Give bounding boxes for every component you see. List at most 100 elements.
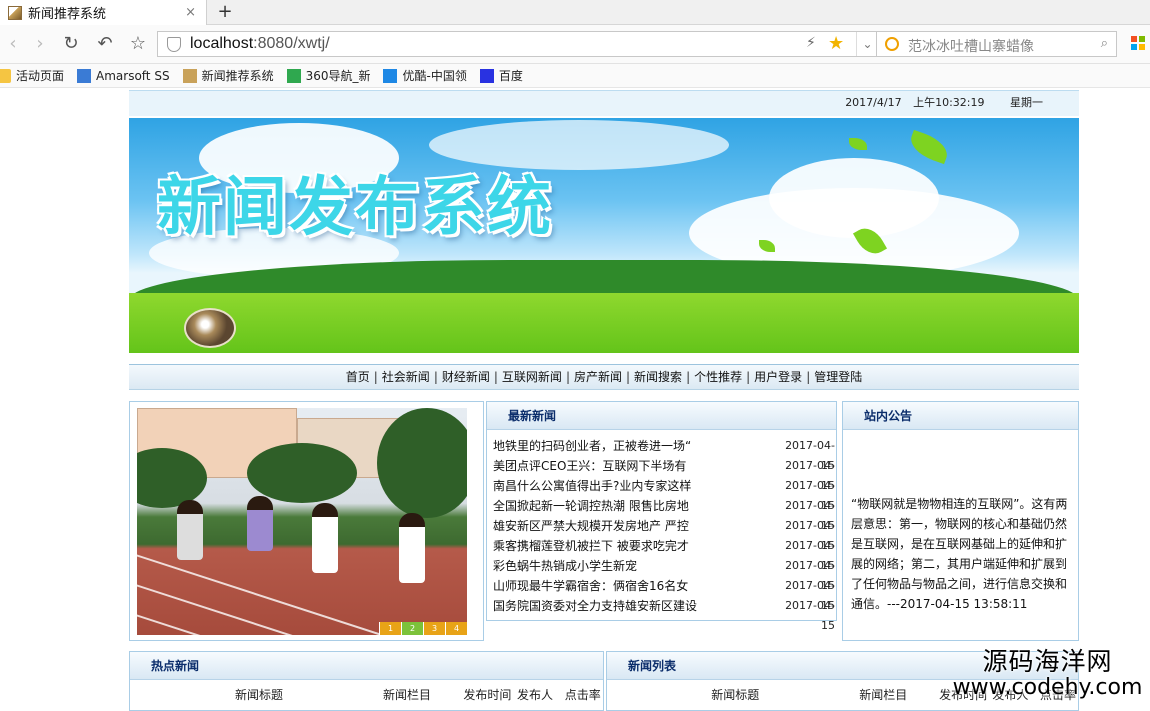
current-date: 2017/4/17 bbox=[845, 96, 902, 109]
column-header: 新闻栏目 bbox=[383, 688, 432, 702]
main-menu: 首页 | 社会新闻 | 财经新闻 | 互联网新闻 | 房产新闻 | 新闻搜索 | 个性推荐 | 用户登录 | 管… bbox=[129, 364, 1079, 390]
notice-text: “物联网就是物物相连的互联网”。这有两层意思：第一，物联网的核心和基础仍然是互联… bbox=[851, 497, 1068, 611]
bookmark-label: 活动页面 bbox=[16, 69, 65, 83]
news-title-link[interactable]: 地铁里的扫码创业者，正被卷进一场“ bbox=[493, 436, 773, 456]
security-shield-icon bbox=[167, 37, 181, 52]
menu-separator: | bbox=[565, 370, 570, 384]
column-header: 发布时间 bbox=[463, 688, 512, 702]
news-date: 2017-04-15 bbox=[785, 519, 835, 552]
tab-active[interactable]: 新闻推荐系统 × bbox=[0, 0, 207, 25]
latest-news-row: 全国掀起新一轮调控热潮 限售比房地 2017-04-15 bbox=[493, 496, 836, 532]
menu-item[interactable]: 财经新闻 bbox=[442, 370, 490, 384]
latest-news-panel: 最新新闻 地铁里的扫码创业者，正被卷进一场“ 2017-04-15 美团点评CEO王… bbox=[486, 401, 837, 632]
news-title-link[interactable]: 国务院国资委对全力支持雄安新区建设 bbox=[493, 596, 773, 616]
forward-icon[interactable]: › bbox=[29, 33, 51, 55]
news-title-link[interactable]: 全国掀起新一轮调控热潮 限售比房地 bbox=[493, 496, 773, 516]
search-input[interactable]: 范冰冰吐槽山寨蜡像 bbox=[908, 36, 1034, 56]
undo-close-icon[interactable]: ↶ bbox=[94, 33, 116, 55]
slideshow-page-button[interactable]: 4 bbox=[445, 622, 467, 635]
latest-news-row: 国务院国资委对全力支持雄安新区建设 2017-04-15 bbox=[493, 596, 836, 632]
menu-item[interactable]: 新闻搜索 bbox=[634, 370, 682, 384]
bookmark-label: 新闻推荐系统 bbox=[201, 69, 274, 83]
favorite-star-icon[interactable]: ★ bbox=[828, 33, 844, 54]
back-icon[interactable]: ‹ bbox=[2, 33, 24, 55]
latest-news-row: 山师现最牛学霸宿舍：俩宿舍16名女 2017-04-15 bbox=[493, 576, 836, 612]
current-time: 上午10:32:19 bbox=[913, 96, 985, 109]
menu-item[interactable]: 互联网新闻 bbox=[502, 370, 562, 384]
slideshow-page-button[interactable]: 3 bbox=[423, 622, 445, 635]
notice-heading: 站内公告 bbox=[843, 402, 1078, 430]
slideshow-page-button[interactable]: 1 bbox=[379, 622, 401, 635]
menu-item[interactable]: 房产新闻 bbox=[574, 370, 622, 384]
reload-icon[interactable]: ↻ bbox=[60, 33, 82, 55]
tab-strip: 新闻推荐系统 × + bbox=[0, 0, 1150, 25]
search-box[interactable]: 范冰冰吐槽山寨蜡像 ⌕ bbox=[877, 31, 1117, 57]
menu-separator: | bbox=[373, 370, 378, 384]
bookmark-item[interactable]: 新闻推荐系统 bbox=[182, 67, 274, 84]
360-icon bbox=[286, 68, 301, 83]
news-title-link[interactable]: 美团点评CEO王兴：互联网下半场有 bbox=[493, 456, 773, 476]
apps-grid-icon[interactable] bbox=[1131, 36, 1145, 50]
bookmark-item[interactable]: 优酷-中国领 bbox=[383, 67, 467, 84]
site-favicon-icon bbox=[8, 5, 22, 20]
column-header: 新闻栏目 bbox=[859, 688, 908, 702]
tab-title: 新闻推荐系统 bbox=[28, 7, 107, 22]
browser-toolbar: ‹ › ↻ ↶ ☆ localhost:8080/xwtj/ ⚡ ★ ⌄ 范冰冰… bbox=[0, 25, 1150, 64]
latest-news-list: 地铁里的扫码创业者，正被卷进一场“ 2017-04-15 美团点评CEO王兴：互联网… bbox=[487, 430, 836, 632]
menu-item[interactable]: 用户登录 bbox=[754, 370, 802, 384]
news-title-link[interactable]: 雄安新区严禁大规模开发房地产 严控 bbox=[493, 516, 773, 536]
folder-icon bbox=[0, 68, 11, 83]
slideshow-page-button[interactable]: 2 bbox=[401, 622, 423, 635]
hot-news-columns: 新闻标题 新闻栏目 发布时间 发布人 点击率 bbox=[130, 680, 603, 703]
youku-icon bbox=[383, 68, 398, 83]
column-header: 新闻标题 bbox=[711, 688, 760, 702]
news-date: 2017-04-15 bbox=[785, 459, 835, 492]
menu-separator: | bbox=[626, 370, 631, 384]
bookmark-item[interactable]: 360导航_新 bbox=[286, 67, 370, 84]
speed-mode-icon[interactable]: ⚡ bbox=[806, 35, 816, 51]
latest-news-row: 乘客携榴莲登机被拦下 被要求吃完才 2017-04-15 bbox=[493, 536, 836, 572]
chevron-down-icon[interactable]: ⌄ bbox=[856, 32, 878, 56]
bookmark-item[interactable]: 活动页面 bbox=[0, 67, 64, 84]
bookmark-item[interactable]: Amarsoft SS bbox=[77, 68, 170, 83]
hot-news-heading: 热点新闻 bbox=[130, 652, 603, 680]
slideshow-image[interactable]: 1234 bbox=[137, 408, 467, 635]
watermark: 源码海洋网 www.codehy.com bbox=[945, 648, 1150, 700]
search-icon[interactable]: ⌕ bbox=[1101, 36, 1108, 51]
news-date: 2017-04-15 bbox=[785, 599, 835, 632]
banner-title: 新闻发布系统 bbox=[157, 171, 553, 245]
news-title-link[interactable]: 彩色蜗牛热销成小学生新宠 bbox=[493, 556, 773, 576]
menu-separator: | bbox=[433, 370, 438, 384]
bookmarks-bar: 活动页面 Amarsoft SS 新闻推荐系统 360导航_新 优酷-中国领 百度 bbox=[0, 64, 1150, 88]
menu-separator: | bbox=[686, 370, 691, 384]
menu-item[interactable]: 管理登陆 bbox=[814, 370, 862, 384]
bookmark-label: 百度 bbox=[498, 69, 523, 83]
baidu-paw-icon bbox=[479, 68, 494, 83]
url-text[interactable]: localhost:8080/xwtj/ bbox=[190, 35, 330, 53]
site-favicon bbox=[182, 68, 197, 83]
column-header: 新闻标题 bbox=[235, 688, 284, 702]
news-date: 2017-04-15 bbox=[785, 499, 835, 532]
eip-icon bbox=[77, 68, 92, 83]
column-header: 点击率 bbox=[564, 688, 601, 702]
current-weekday: 星期一 bbox=[1010, 96, 1043, 109]
menu-item[interactable]: 个性推荐 bbox=[694, 370, 742, 384]
address-bar[interactable]: localhost:8080/xwtj/ ⚡ ★ ⌄ bbox=[157, 31, 877, 57]
new-tab-button[interactable]: + bbox=[214, 0, 236, 25]
bookmark-label: 优酷-中国领 bbox=[402, 69, 467, 83]
bookmark-star-icon[interactable]: ☆ bbox=[127, 33, 149, 55]
snail-illustration bbox=[184, 308, 236, 348]
news-title-link[interactable]: 乘客携榴莲登机被拦下 被要求吃完才 bbox=[493, 536, 773, 556]
news-title-link[interactable]: 南昌什么公寓值得出手?业内专家这样 bbox=[493, 476, 773, 496]
bookmark-item[interactable]: 百度 bbox=[479, 67, 523, 84]
watermark-name: 源码海洋网 bbox=[982, 647, 1113, 676]
menu-item[interactable]: 首页 bbox=[346, 370, 370, 384]
news-title-link[interactable]: 山师现最牛学霸宿舍：俩宿舍16名女 bbox=[493, 576, 773, 596]
latest-news-row: 美团点评CEO王兴：互联网下半场有 2017-04-15 bbox=[493, 456, 836, 492]
menu-item[interactable]: 社会新闻 bbox=[382, 370, 430, 384]
menu-separator: | bbox=[746, 370, 751, 384]
watermark-url: www.codehy.com bbox=[952, 675, 1143, 700]
menu-separator: | bbox=[806, 370, 811, 384]
hot-news-panel: 热点新闻 新闻标题 新闻栏目 发布时间 发布人 点击率 bbox=[129, 651, 604, 711]
close-icon[interactable]: × bbox=[185, 5, 196, 20]
